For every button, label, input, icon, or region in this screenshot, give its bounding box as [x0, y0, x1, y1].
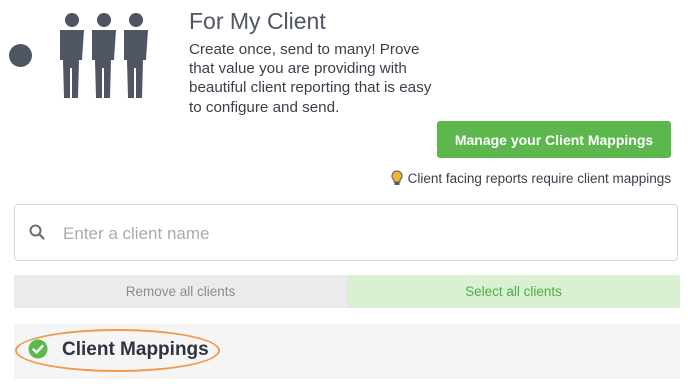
- page-title: For My Client: [189, 8, 326, 34]
- lightbulb-icon: [391, 170, 403, 185]
- search-icon: [29, 224, 45, 240]
- remove-all-clients-button[interactable]: Remove all clients: [14, 275, 347, 308]
- mapping-hint: Client facing reports require client map…: [391, 170, 671, 186]
- check-circle-icon: [28, 339, 48, 359]
- mapping-hint-text: Client facing reports require client map…: [407, 170, 671, 186]
- radio-dot-icon[interactable]: [9, 44, 32, 67]
- client-search-input[interactable]: [61, 217, 655, 251]
- manage-client-mappings-button[interactable]: Manage your Client Mappings: [437, 121, 671, 158]
- select-all-clients-button[interactable]: Select all clients: [347, 275, 680, 308]
- page-description: Create once, send to many! Prove that va…: [189, 41, 432, 116]
- section-title: Client Mappings: [62, 339, 209, 360]
- bulk-actions: Remove all clients Select all clients: [14, 275, 680, 308]
- people-group-icon: [60, 13, 148, 98]
- client-search-box[interactable]: [14, 204, 678, 261]
